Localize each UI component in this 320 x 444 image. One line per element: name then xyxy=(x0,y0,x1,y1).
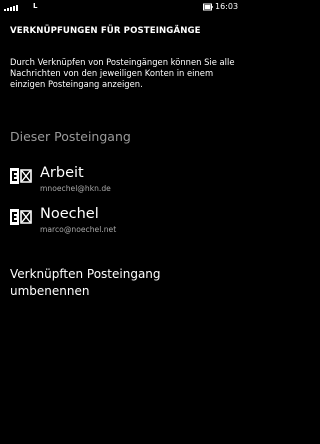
account-email: marco@noechel.net xyxy=(40,225,117,234)
rename-linked-inbox-button[interactable]: Verknüpften Posteingang umbenennen xyxy=(10,266,240,300)
status-bar: L 16:03 xyxy=(0,0,250,14)
exchange-icon xyxy=(10,209,32,225)
signal-strength-icon xyxy=(4,5,18,11)
network-indicator: L xyxy=(33,2,38,10)
account-name: Noechel xyxy=(40,206,99,222)
account-item-noechel[interactable]: Noechel marco@noechel.net xyxy=(10,205,240,239)
account-email: mnoechel@hkn.de xyxy=(40,184,111,193)
description-text: Durch Verknüpfen von Posteingängen könne… xyxy=(10,57,235,89)
page-title: VERKNÜPFUNGEN FÜR POSTEINGÄNGE xyxy=(10,26,201,36)
battery-icon xyxy=(203,3,213,11)
account-item-arbeit[interactable]: Arbeit mnoechel@hkn.de xyxy=(10,164,240,198)
clock: 16:03 xyxy=(215,2,239,11)
section-header: Dieser Posteingang xyxy=(10,129,131,144)
account-name: Arbeit xyxy=(40,165,84,181)
exchange-icon xyxy=(10,168,32,184)
